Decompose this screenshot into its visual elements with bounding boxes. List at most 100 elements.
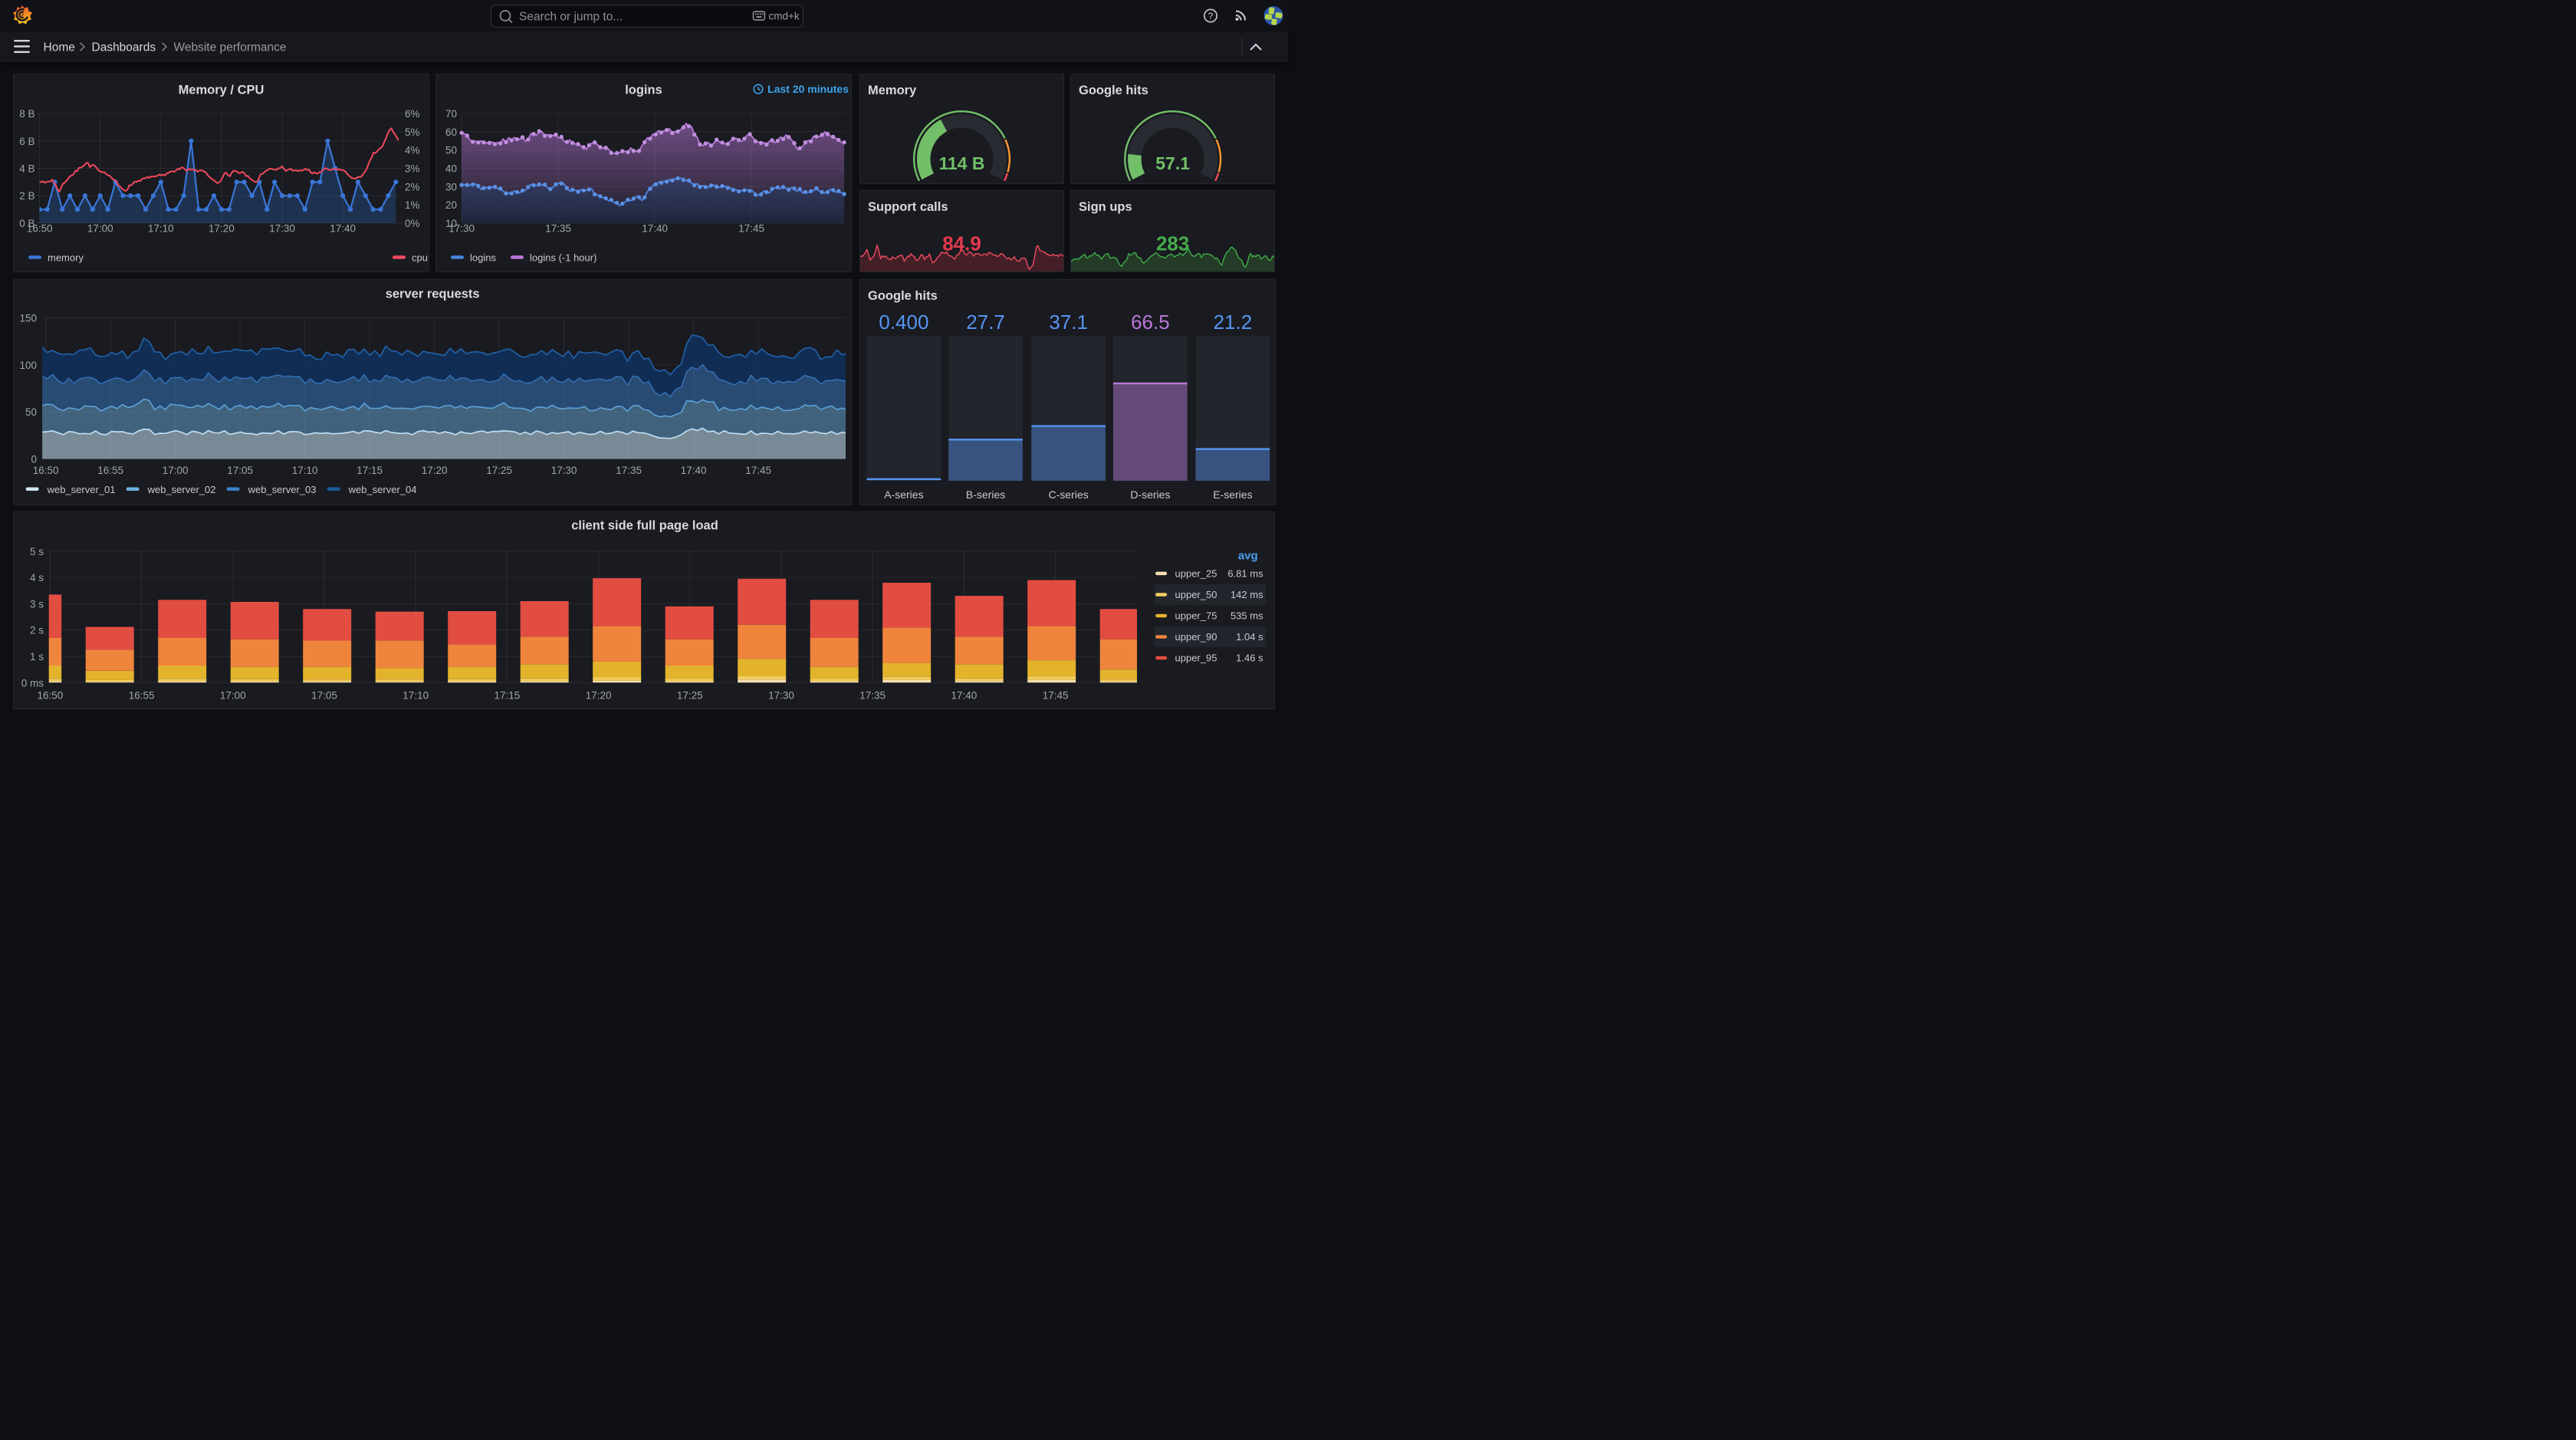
svg-text:3%: 3%	[405, 163, 420, 175]
svg-text:1.46 s: 1.46 s	[1236, 652, 1263, 663]
svg-text:150: 150	[19, 313, 37, 324]
svg-text:114 B: 114 B	[938, 153, 984, 173]
svg-text:0.400: 0.400	[879, 311, 928, 334]
svg-text:17:20: 17:20	[586, 689, 612, 701]
svg-text:16:55: 16:55	[129, 689, 155, 701]
svg-text:142 ms: 142 ms	[1230, 589, 1263, 600]
svg-text:0%: 0%	[405, 218, 420, 229]
svg-text:60: 60	[445, 127, 457, 138]
svg-text:E-series: E-series	[1213, 488, 1252, 501]
svg-text:D-series: D-series	[1130, 488, 1170, 501]
svg-text:17:20: 17:20	[422, 465, 448, 476]
svg-text:2 s: 2 s	[30, 624, 44, 636]
svg-text:client side full page load: client side full page load	[571, 518, 718, 532]
svg-text:17:30: 17:30	[768, 689, 794, 701]
svg-text:17:05: 17:05	[311, 689, 337, 701]
svg-text:40: 40	[445, 163, 457, 175]
svg-text:4 s: 4 s	[30, 572, 44, 584]
svg-text:17:45: 17:45	[738, 223, 764, 235]
svg-text:upper_90: upper_90	[1175, 631, 1217, 643]
svg-text:17:45: 17:45	[1043, 689, 1069, 701]
svg-text:17:00: 17:00	[220, 689, 246, 701]
svg-text:27.7: 27.7	[966, 311, 1005, 334]
svg-text:upper_25: upper_25	[1175, 567, 1217, 579]
svg-text:B-series: B-series	[965, 488, 1004, 501]
svg-text:4 B: 4 B	[19, 163, 34, 175]
svg-text:upper_75: upper_75	[1175, 610, 1217, 621]
svg-text:1.04 s: 1.04 s	[1236, 631, 1263, 643]
svg-text:17:25: 17:25	[486, 465, 512, 476]
svg-text:66.5: 66.5	[1131, 311, 1170, 334]
svg-text:web_server_01: web_server_01	[46, 484, 115, 495]
svg-text:0 ms: 0 ms	[21, 677, 44, 689]
svg-text:Dashboards: Dashboards	[92, 41, 156, 54]
svg-text:Google hits: Google hits	[868, 289, 938, 303]
svg-text:8 B: 8 B	[19, 108, 34, 120]
svg-text:logins: logins	[470, 252, 496, 264]
svg-text:17:30: 17:30	[449, 223, 475, 235]
svg-text:logins (-1 hour): logins (-1 hour)	[530, 252, 596, 264]
svg-text:17:25: 17:25	[677, 689, 703, 701]
svg-text:web_server_02: web_server_02	[146, 484, 215, 495]
svg-text:2 B: 2 B	[19, 190, 34, 202]
svg-text:17:10: 17:10	[292, 465, 318, 476]
svg-text:17:05: 17:05	[227, 465, 253, 476]
svg-text:Website performance: Website performance	[174, 41, 287, 54]
svg-text:upper_50: upper_50	[1175, 589, 1217, 600]
svg-text:17:00: 17:00	[87, 223, 113, 235]
svg-text:upper_95: upper_95	[1175, 652, 1217, 663]
svg-text:1 s: 1 s	[30, 651, 44, 662]
svg-text:17:10: 17:10	[148, 223, 174, 235]
svg-text:Support calls: Support calls	[868, 200, 948, 214]
svg-text:17:35: 17:35	[545, 223, 571, 235]
svg-text:5 s: 5 s	[30, 545, 44, 557]
svg-text:283: 283	[1156, 232, 1189, 255]
svg-text:17:40: 17:40	[330, 223, 356, 235]
svg-text:cpu: cpu	[412, 252, 428, 264]
svg-text:6%: 6%	[405, 108, 420, 120]
svg-text:17:10: 17:10	[402, 689, 429, 701]
svg-text:17:00: 17:00	[163, 465, 189, 476]
svg-text:Search or jump to...: Search or jump to...	[519, 11, 623, 24]
svg-text:1%: 1%	[405, 199, 420, 211]
svg-text:17:30: 17:30	[551, 465, 577, 476]
svg-text:17:40: 17:40	[681, 465, 707, 476]
svg-text:Sign ups: Sign ups	[1079, 200, 1132, 214]
svg-text:memory: memory	[48, 252, 84, 264]
svg-text:web_server_04: web_server_04	[347, 484, 416, 495]
svg-text:?: ?	[1208, 11, 1214, 21]
svg-text:17:40: 17:40	[642, 223, 668, 235]
svg-text:50: 50	[25, 406, 37, 418]
svg-text:3 s: 3 s	[30, 598, 44, 610]
svg-text:Memory / CPU: Memory / CPU	[178, 84, 264, 97]
svg-text:17:35: 17:35	[859, 689, 886, 701]
svg-text:17:15: 17:15	[356, 465, 383, 476]
svg-text:57.1: 57.1	[1155, 153, 1190, 173]
svg-text:17:40: 17:40	[951, 689, 977, 701]
svg-text:C-series: C-series	[1048, 488, 1088, 501]
svg-text:Home: Home	[44, 41, 75, 54]
svg-text:4%: 4%	[405, 145, 420, 156]
svg-text:21.2: 21.2	[1213, 311, 1252, 334]
svg-text:70: 70	[445, 108, 457, 120]
svg-text:17:35: 17:35	[616, 465, 642, 476]
svg-text:20: 20	[445, 199, 457, 211]
svg-text:535 ms: 535 ms	[1230, 610, 1263, 621]
svg-text:50: 50	[445, 145, 457, 156]
svg-text:2%: 2%	[405, 181, 420, 192]
svg-text:0: 0	[31, 454, 37, 465]
svg-text:6.81 ms: 6.81 ms	[1227, 567, 1263, 579]
svg-text:16:50: 16:50	[27, 223, 53, 235]
svg-text:Memory: Memory	[868, 84, 917, 97]
svg-text:server requests: server requests	[386, 288, 480, 301]
svg-text:16:55: 16:55	[97, 465, 123, 476]
svg-text:16:50: 16:50	[33, 465, 59, 476]
svg-text:100: 100	[19, 360, 37, 371]
svg-text:30: 30	[445, 181, 457, 192]
svg-text:logins: logins	[625, 84, 662, 97]
svg-text:web_server_03: web_server_03	[247, 484, 316, 495]
svg-text:5%: 5%	[405, 127, 420, 138]
svg-text:17:30: 17:30	[269, 223, 295, 235]
svg-text:6 B: 6 B	[19, 136, 34, 147]
svg-text:17:45: 17:45	[745, 465, 771, 476]
